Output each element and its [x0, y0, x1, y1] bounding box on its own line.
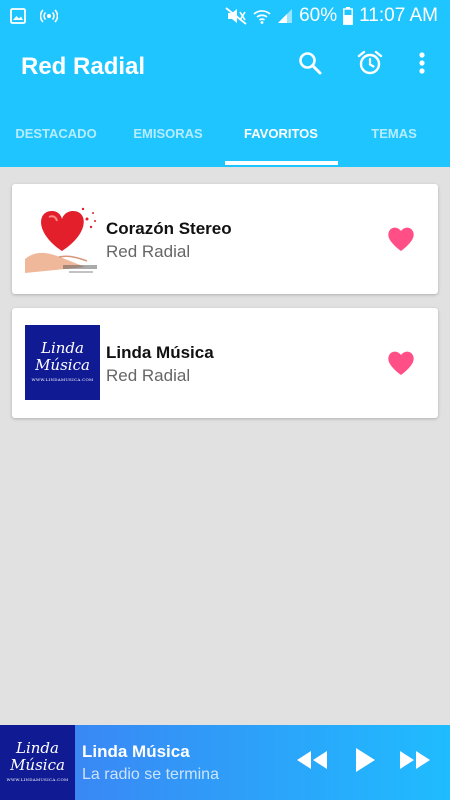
battery-icon [343, 7, 354, 25]
now-playing-bar[interactable]: Linda Música WWW.LINDAMUSICA.COM Linda M… [0, 725, 450, 800]
station-name: Corazón Stereo [106, 219, 232, 238]
logo-text: Música [35, 356, 90, 374]
rewind-icon [296, 750, 328, 775]
heart-icon [386, 351, 416, 382]
logo-url: WWW.LINDAMUSICA.COM [31, 377, 94, 382]
play-button[interactable] [350, 745, 380, 779]
app-bar: 60% 11:07 AM Red Radial DESTACADO EMISOR… [0, 0, 450, 167]
now-playing-subtitle: La radio se termina [82, 766, 219, 783]
logo-url: WWW.LINDAMUSICA.COM [6, 777, 69, 782]
station-network: Red Radial [106, 242, 191, 261]
active-tab-indicator [225, 161, 338, 165]
tab-temas[interactable]: TEMAS [338, 112, 450, 167]
tab-emisoras[interactable]: EMISORAS [112, 112, 224, 167]
fast-forward-icon [399, 750, 431, 775]
alarm-clock-icon [357, 50, 383, 81]
play-icon [354, 747, 376, 778]
favorite-station-card[interactable]: Corazón Stereo Red Radial [12, 184, 438, 294]
rewind-button[interactable] [294, 745, 330, 779]
more-options-button[interactable] [405, 48, 439, 82]
broadcast-icon [39, 8, 59, 29]
favorite-station-card[interactable]: Linda Música WWW.LINDAMUSICA.COM Linda M… [12, 308, 438, 418]
tab-destacado[interactable]: DESTACADO [0, 112, 112, 167]
wifi-icon [253, 8, 271, 24]
tab-favoritos[interactable]: FAVORITOS [225, 112, 337, 167]
fast-forward-button[interactable] [397, 745, 433, 779]
battery-percent: 60% [299, 5, 338, 26]
now-playing-artwork: Linda Música WWW.LINDAMUSICA.COM [0, 725, 75, 800]
corazon-stereo-logo [25, 201, 100, 276]
search-button[interactable] [293, 48, 327, 82]
image-notification-icon [10, 8, 26, 29]
station-network: Red Radial [106, 366, 191, 385]
favorite-toggle[interactable] [386, 348, 416, 378]
alarm-button[interactable] [353, 48, 387, 82]
heart-icon [386, 227, 416, 258]
now-playing-title: Linda Música [82, 742, 190, 761]
search-icon [298, 51, 322, 80]
clock-time: 11:07 AM [359, 5, 438, 26]
logo-text: Linda [41, 339, 84, 357]
station-name: Linda Música [106, 343, 214, 362]
logo-text: Linda [16, 739, 59, 757]
status-bar: 60% 11:07 AM [0, 0, 450, 32]
favorite-toggle[interactable] [386, 224, 416, 254]
tab-bar: DESTACADO EMISORAS FAVORITOS TEMAS [0, 112, 450, 167]
linda-musica-logo: Linda Música WWW.LINDAMUSICA.COM [25, 325, 100, 400]
signal-icon [277, 8, 293, 24]
logo-text: Música [10, 756, 65, 774]
mute-icon [225, 7, 247, 25]
app-title: Red Radial [21, 53, 146, 80]
more-vert-icon [418, 51, 426, 80]
